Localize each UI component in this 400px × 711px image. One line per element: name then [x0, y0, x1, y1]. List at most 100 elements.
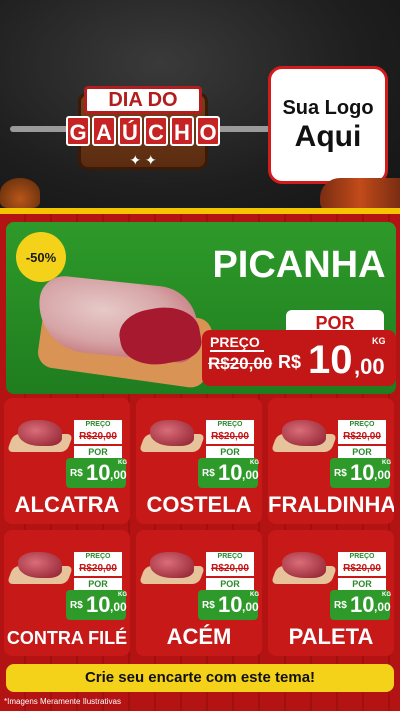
- event-badge: DIA DO G A Ú C H O ✦ ✦: [10, 82, 280, 174]
- gaucho-hat-icon: ✦ ✦: [129, 152, 157, 168]
- preco-label: PREÇO: [206, 420, 254, 430]
- price-integer: 10: [350, 460, 375, 485]
- logo-text-line2: Aqui: [294, 119, 362, 153]
- price-cents: ,00: [242, 600, 259, 614]
- meat-piece: [18, 552, 62, 578]
- product-name: PALETA: [288, 624, 374, 649]
- badge-letter: H: [170, 116, 194, 146]
- old-price: R$20,00: [206, 430, 254, 444]
- price-integer: 10: [218, 460, 243, 485]
- product-image: [6, 416, 74, 458]
- preco-label: PREÇO: [210, 334, 264, 352]
- price-cents: ,00: [374, 600, 391, 614]
- currency: R$: [70, 600, 83, 611]
- por-label: POR: [338, 446, 386, 458]
- meat-piece: [18, 420, 62, 446]
- price-tag: R$ 10,00 KG: [198, 590, 259, 620]
- por-label: POR: [74, 446, 122, 458]
- currency: R$: [202, 600, 215, 611]
- product-name: CONTRA FILÉ: [6, 628, 128, 648]
- currency: R$: [334, 600, 347, 611]
- product-image: [138, 548, 206, 590]
- currency: R$: [278, 352, 302, 372]
- unit: KG: [382, 592, 391, 598]
- badge-letter: Ú: [118, 116, 142, 146]
- product-name: PICANHA: [212, 244, 386, 286]
- price-cents: ,00: [110, 600, 127, 614]
- product-card[interactable]: PREÇO R$20,00 POR R$ 10,00 KG COSTELA: [136, 398, 262, 524]
- price-cents: ,00: [354, 354, 385, 379]
- price-tag: R$ 10,00 KG: [66, 458, 127, 488]
- price-tag: R$ 10,00 KG: [330, 590, 391, 620]
- preco-label: PREÇO: [338, 420, 386, 430]
- product-name: COSTELA: [146, 492, 252, 517]
- product-name: ACÉM: [166, 624, 232, 649]
- badge-line1: DIA DO: [84, 86, 202, 114]
- product-card[interactable]: PREÇO R$20,00 POR R$ 10,00 KG ALCATRA: [4, 398, 130, 524]
- price-integer: 10: [218, 592, 243, 617]
- unit: KG: [118, 460, 127, 466]
- preco-label: PREÇO: [74, 420, 122, 430]
- old-price: R$20,00: [338, 562, 386, 576]
- divider: [0, 208, 400, 214]
- price-tag: R$ 10,00 KG: [66, 590, 127, 620]
- price-cents: ,00: [110, 468, 127, 482]
- price-integer: 10: [86, 460, 111, 485]
- old-price: R$20,00: [208, 354, 273, 373]
- price-cents: ,00: [374, 468, 391, 482]
- badge-letter: A: [92, 116, 116, 146]
- por-label: POR: [74, 578, 122, 590]
- meat-piece: [150, 420, 194, 446]
- old-price: R$20,00: [206, 562, 254, 576]
- old-price: R$20,00: [338, 430, 386, 444]
- meat-piece: [282, 552, 326, 578]
- currency: R$: [202, 468, 215, 479]
- product-card[interactable]: PREÇO R$20,00 POR R$ 10,00 KG PALETA: [268, 530, 394, 656]
- badge-line2: G A Ú C H O: [48, 116, 238, 146]
- por-label: POR: [206, 578, 254, 590]
- por-label: POR: [338, 578, 386, 590]
- price-integer: 10: [86, 592, 111, 617]
- old-price: R$20,00: [74, 562, 122, 576]
- preco-label: PREÇO: [338, 552, 386, 562]
- old-price: R$20,00: [74, 430, 122, 444]
- price-tag: PREÇO R$20,00 R$ 10 ,00 KG: [202, 330, 396, 386]
- header: DIA DO G A Ú C H O ✦ ✦ Sua Logo Aqui: [0, 0, 400, 212]
- meat-piece: [282, 420, 326, 446]
- unit: KG: [250, 460, 259, 466]
- badge-letter: O: [196, 116, 220, 146]
- meat-piece: [150, 552, 194, 578]
- product-name: FRALDINHA: [268, 492, 394, 517]
- price-tag: R$ 10,00 KG: [330, 458, 391, 488]
- badge-letter: C: [144, 116, 168, 146]
- price-cents: ,00: [242, 468, 259, 482]
- unit: KG: [118, 592, 127, 598]
- unit: KG: [250, 592, 259, 598]
- product-name: ALCATRA: [14, 492, 120, 517]
- product-image: [270, 416, 338, 458]
- unit: KG: [372, 336, 386, 346]
- footnote: *Imagens Meramente Ilustrativas: [4, 697, 121, 706]
- cuia-icon: [0, 178, 40, 208]
- featured-product[interactable]: -50% PICANHA POR PREÇO R$20,00 R$ 10 ,00…: [6, 222, 396, 394]
- picanha-image: [20, 273, 215, 390]
- product-card[interactable]: PREÇO R$20,00 POR R$ 10,00 KG FRALDINHA: [268, 398, 394, 524]
- preco-label: PREÇO: [206, 552, 254, 562]
- price-tag: R$ 10,00 KG: [198, 458, 259, 488]
- product-card[interactable]: PREÇO R$20,00 POR R$ 10,00 KG ACÉM: [136, 530, 262, 656]
- barbecue-meat-image: [320, 178, 400, 212]
- price-integer: 10: [308, 338, 353, 382]
- logo-text-line1: Sua Logo: [282, 96, 374, 119]
- cta-banner[interactable]: Crie seu encarte com este tema!: [6, 664, 394, 692]
- por-label: POR: [206, 446, 254, 458]
- badge-letter: G: [66, 116, 90, 146]
- logo-placeholder[interactable]: Sua Logo Aqui: [268, 66, 388, 184]
- product-image: [270, 548, 338, 590]
- product-card[interactable]: PREÇO R$20,00 POR R$ 10,00 KG CONTRA FILÉ: [4, 530, 130, 656]
- unit: KG: [382, 460, 391, 466]
- product-image: [138, 416, 206, 458]
- price-integer: 10: [350, 592, 375, 617]
- preco-label: PREÇO: [74, 552, 122, 562]
- currency: R$: [334, 468, 347, 479]
- product-image: [6, 548, 74, 590]
